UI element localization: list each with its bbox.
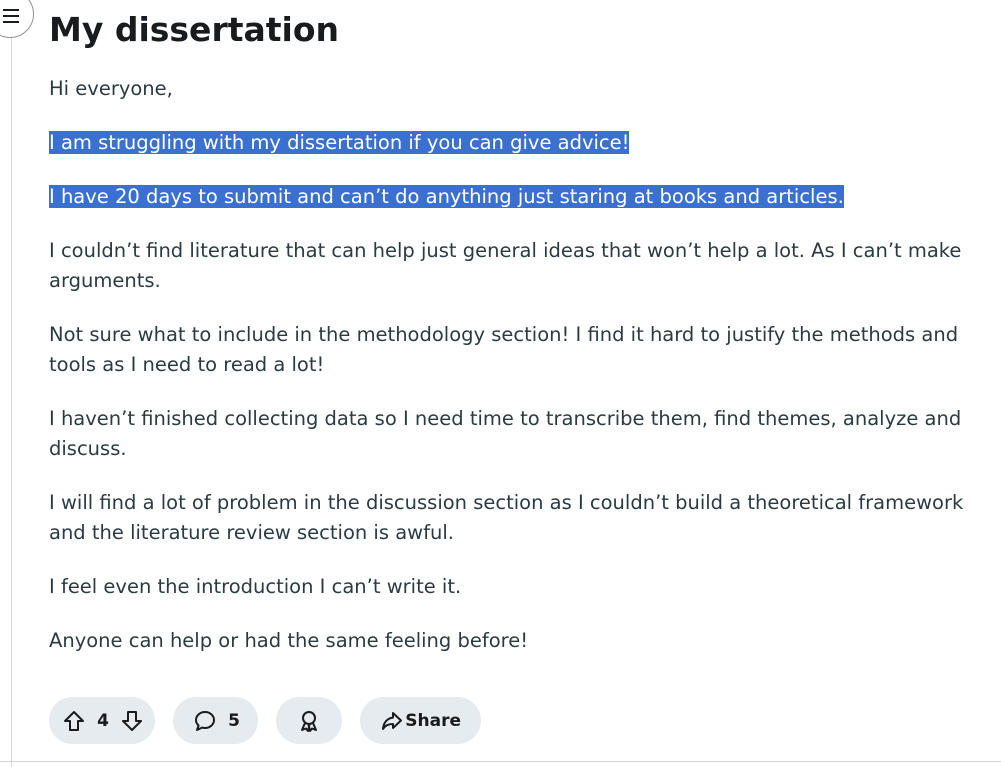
hamburger-menu-icon: [3, 9, 19, 23]
selected-text: I have 20 days to submit and can’t do an…: [49, 185, 844, 208]
selected-text: I am struggling with my dissertation if …: [49, 131, 630, 154]
vote-control: 4: [49, 697, 155, 744]
post-paragraph: Anyone can help or had the same feeling …: [49, 626, 979, 656]
paragraph-text: Anyone can help or had the same feeling …: [49, 629, 529, 652]
paragraph-text: I will find a lot of problem in the disc…: [49, 491, 964, 544]
post-paragraph: I have 20 days to submit and can’t do an…: [49, 182, 979, 212]
share-arrow-icon: [382, 711, 402, 730]
paragraph-text: Hi everyone,: [49, 77, 173, 100]
thread-rail: [11, 34, 12, 767]
post-body: Hi everyone, I am struggling with my diss…: [49, 74, 979, 680]
post-paragraph: I am struggling with my dissertation if …: [49, 128, 979, 158]
upvote-button[interactable]: [61, 708, 87, 734]
post-paragraph: I will find a lot of problem in the disc…: [49, 488, 979, 548]
paragraph-text: I feel even the introduction I can’t wri…: [49, 575, 462, 598]
post-title: My dissertation: [49, 10, 340, 49]
award-button[interactable]: [276, 697, 342, 744]
post-paragraph: I haven’t finished collecting data so I …: [49, 404, 979, 464]
divider: [0, 761, 1001, 762]
paragraph-text: I haven’t finished collecting data so I …: [49, 407, 962, 460]
share-button[interactable]: Share: [360, 697, 481, 744]
post-action-bar: 4 5 Share: [49, 697, 481, 744]
downvote-button[interactable]: [119, 708, 145, 734]
comment-count: 5: [228, 710, 240, 731]
menu-button[interactable]: [0, 0, 34, 38]
vote-count: 4: [97, 710, 109, 731]
award-ribbon-icon: [301, 710, 317, 732]
comments-button[interactable]: 5: [173, 697, 258, 744]
upvote-arrow-icon: [64, 710, 84, 731]
comment-bubble-icon: [195, 710, 215, 731]
post-paragraph: I couldn’t find literature that can help…: [49, 236, 979, 296]
post-paragraph: Hi everyone,: [49, 74, 979, 104]
paragraph-text: I couldn’t find literature that can help…: [49, 239, 962, 292]
post-paragraph: I feel even the introduction I can’t wri…: [49, 572, 979, 602]
post-paragraph: Not sure what to include in the methodol…: [49, 320, 979, 380]
paragraph-text: Not sure what to include in the methodol…: [49, 323, 959, 376]
downvote-arrow-icon: [122, 710, 142, 731]
share-label: Share: [405, 710, 461, 731]
